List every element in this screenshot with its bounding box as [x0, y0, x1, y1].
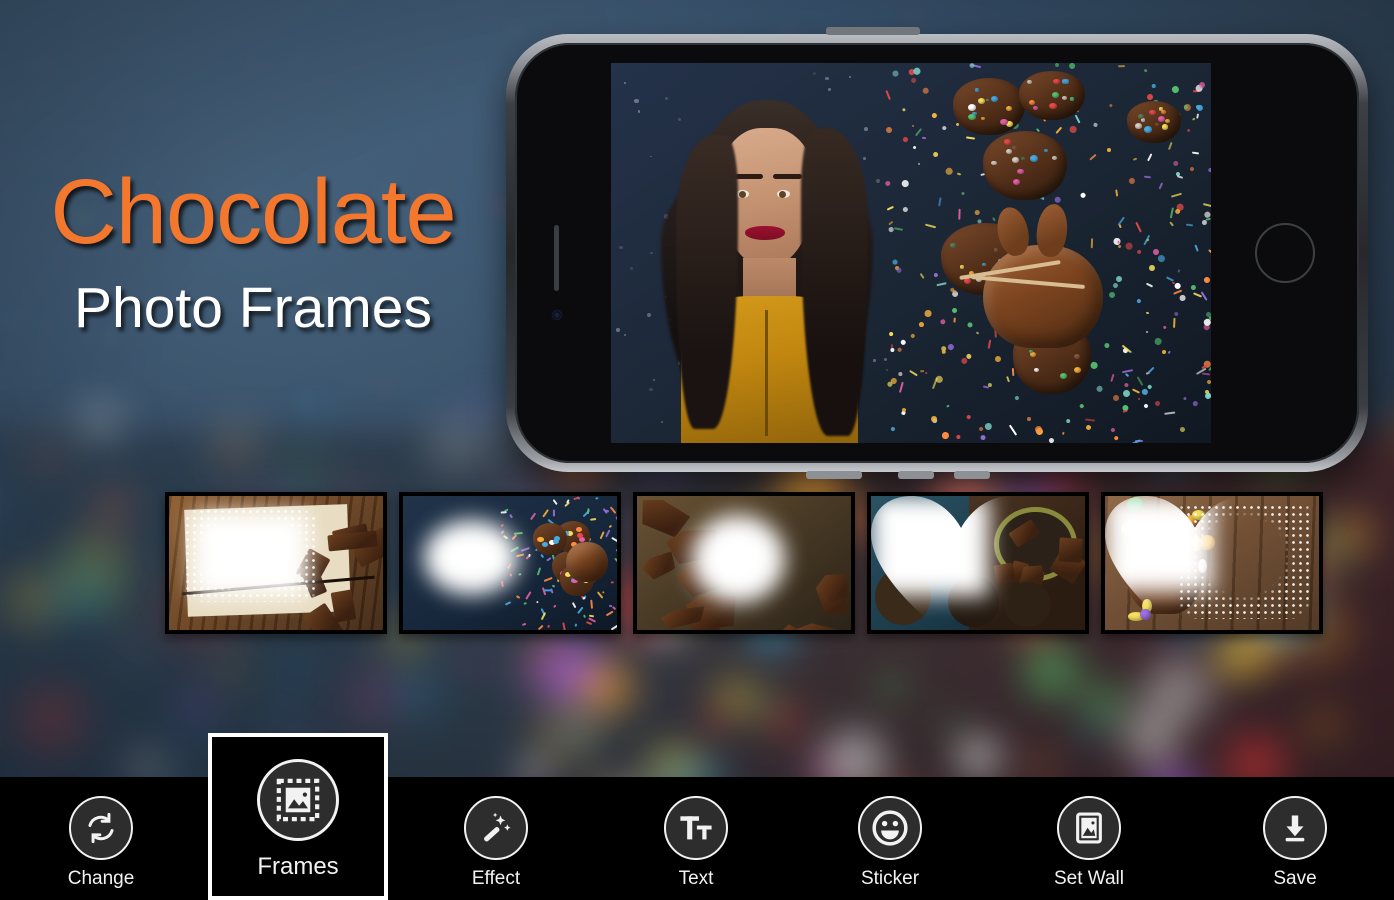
toolbar-item-label: Sticker [860, 868, 920, 889]
toolbar-item-save[interactable]: Save [1240, 777, 1350, 900]
frame-thumbnail-4[interactable] [867, 492, 1089, 634]
magic-wand-icon [464, 796, 528, 860]
chocolate-bunny [983, 245, 1103, 348]
toolbar-item-label: Frames [257, 853, 339, 880]
front-camera-icon [553, 311, 561, 319]
toolbar-item-set-wall[interactable]: Set Wall [1034, 777, 1144, 900]
toolbar-item-sticker[interactable]: Sticker [835, 777, 945, 900]
download-icon [1263, 796, 1327, 860]
frame-icon [257, 759, 339, 841]
toolbar-item-frames[interactable]: Frames [208, 733, 388, 900]
refresh-icon [69, 796, 133, 860]
toolbar-item-text[interactable]: Text [641, 777, 751, 900]
toolbar-item-change[interactable]: Change [46, 777, 156, 900]
phone-volume-button-1 [806, 471, 862, 479]
app-title-main: Chocolate [50, 161, 456, 263]
phone-power-button [826, 27, 920, 35]
app-title-block: Chocolate Photo Frames [28, 166, 478, 337]
frame-thumbnail-2[interactable] [399, 492, 621, 634]
app-screen: Chocolate Photo Frames Change Frames Eff… [0, 0, 1394, 900]
toolbar-item-label: Set Wall [1053, 868, 1125, 889]
home-button[interactable] [1255, 223, 1315, 283]
preview-photo [611, 63, 1211, 443]
frames-thumbnail-strip[interactable] [165, 492, 1323, 634]
toolbar-item-label: Text [678, 868, 714, 889]
frame-thumbnail-1[interactable] [165, 492, 387, 634]
phone-mockup [506, 27, 1368, 479]
frame-thumbnail-3[interactable] [633, 492, 855, 634]
smiley-icon [858, 796, 922, 860]
wallpaper-icon [1057, 796, 1121, 860]
phone-volume-button-2 [898, 471, 934, 479]
bottom-toolbar: Change Frames Effect Text Sticker Set Wa… [0, 733, 1394, 900]
toolbar-item-effect[interactable]: Effect [441, 777, 551, 900]
phone-volume-button-3 [954, 471, 990, 479]
frame-thumbnail-5[interactable] [1101, 492, 1323, 634]
toolbar-item-label: Effect [471, 868, 521, 889]
toolbar-item-label: Save [1273, 868, 1317, 889]
app-title-sub: Photo Frames [74, 276, 432, 340]
earpiece-speaker-icon [554, 225, 559, 291]
portrait-subject [647, 93, 887, 443]
toolbar-item-label: Change [67, 868, 135, 889]
phone-body [515, 43, 1359, 463]
preview-screen[interactable] [611, 63, 1211, 443]
text-icon [664, 796, 728, 860]
